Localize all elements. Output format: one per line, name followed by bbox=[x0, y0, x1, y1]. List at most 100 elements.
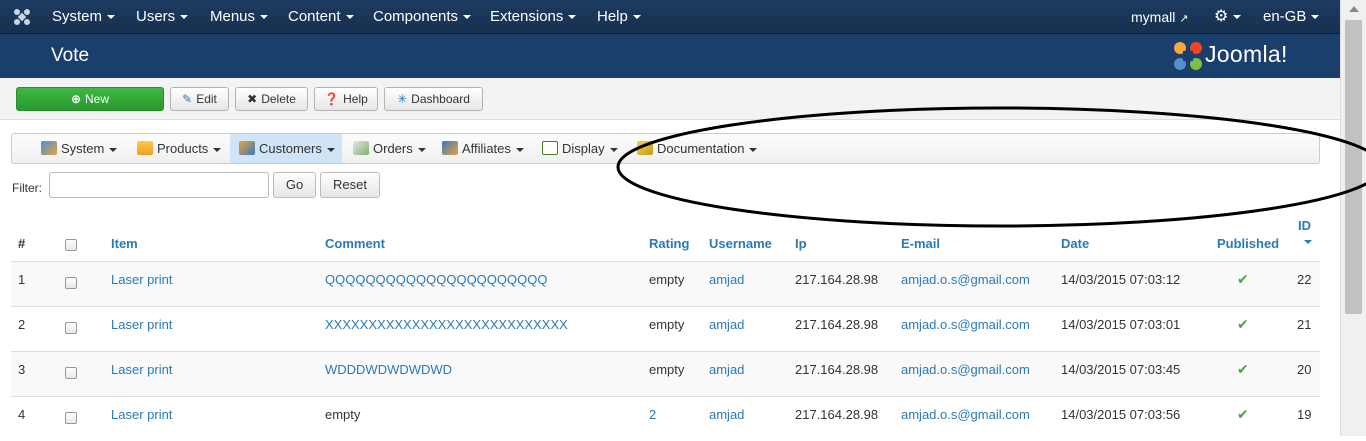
submenu-products[interactable]: Products bbox=[137, 134, 227, 163]
column-header-rating[interactable]: Rating bbox=[649, 236, 689, 251]
external-link-icon: ↗ bbox=[1179, 13, 1189, 25]
row-checkbox[interactable] bbox=[65, 412, 77, 424]
vertical-scrollbar[interactable] bbox=[1340, 0, 1366, 436]
component-submenu: System Products Customers Orders Affilia… bbox=[11, 133, 1320, 164]
top-nav-bar: System Users Menus Content Components Ex… bbox=[0, 0, 1340, 34]
item-link[interactable]: Laser print bbox=[111, 317, 172, 332]
menu-content[interactable]: Content bbox=[288, 0, 354, 34]
menu-components[interactable]: Components bbox=[373, 0, 472, 34]
go-button[interactable]: Go bbox=[273, 172, 316, 198]
comment-link[interactable]: QQQQQQQQQQQQQQQQQQQQQQ bbox=[325, 272, 547, 287]
check-icon[interactable]: ✔ bbox=[1237, 361, 1249, 378]
caret-down-icon bbox=[632, 15, 641, 20]
caret-down-icon bbox=[568, 15, 577, 20]
column-header-published[interactable]: Published bbox=[1217, 236, 1279, 251]
joomla-brand-icon bbox=[1174, 42, 1202, 70]
email-link[interactable]: amjad.o.s@gmail.com bbox=[901, 407, 1030, 422]
menu-menus[interactable]: Menus bbox=[210, 0, 269, 34]
edit-button-label: Edit bbox=[196, 92, 217, 106]
help-button[interactable]: ❓ Help bbox=[314, 87, 378, 111]
menu-users[interactable]: Users bbox=[136, 0, 189, 34]
column-header-email[interactable]: E-mail bbox=[901, 236, 940, 251]
rating-link[interactable]: 2 bbox=[649, 407, 656, 422]
submenu-affiliates[interactable]: Affiliates bbox=[442, 134, 534, 163]
table-row: 3 Laser print WDDDWDWDWDWD empty amjad 2… bbox=[11, 351, 1320, 396]
submenu-documentation[interactable]: Documentation bbox=[637, 134, 767, 163]
settings-menu[interactable]: ⚙ bbox=[1214, 0, 1242, 34]
scroll-up-arrow-icon[interactable] bbox=[1349, 6, 1359, 12]
edit-button[interactable]: ✎ Edit bbox=[170, 87, 229, 111]
column-header-comment[interactable]: Comment bbox=[325, 236, 385, 251]
new-button[interactable]: ⊕ New bbox=[16, 87, 164, 111]
filter-input[interactable] bbox=[49, 172, 269, 198]
scrollbar-thumb[interactable] bbox=[1345, 20, 1362, 314]
menu-label: Users bbox=[136, 8, 176, 25]
orders-icon bbox=[353, 141, 369, 155]
column-header-number: # bbox=[18, 236, 26, 251]
dashboard-icon: ✳ bbox=[397, 92, 408, 106]
row-number: 2 bbox=[18, 317, 26, 332]
submenu-system[interactable]: System bbox=[41, 134, 123, 163]
plus-circle-icon: ⊕ bbox=[70, 92, 82, 106]
menu-label: Components bbox=[373, 8, 459, 25]
select-all-checkbox[interactable] bbox=[65, 239, 77, 251]
menu-label: Menus bbox=[210, 8, 256, 25]
row-checkbox[interactable] bbox=[65, 367, 77, 379]
row-checkbox[interactable] bbox=[65, 277, 77, 289]
caret-down-icon bbox=[260, 15, 269, 20]
menu-system[interactable]: System bbox=[52, 0, 116, 34]
submenu-label: Customers bbox=[259, 141, 322, 156]
item-link[interactable]: Laser print bbox=[111, 272, 172, 287]
date-value: 14/03/2015 07:03:45 bbox=[1061, 362, 1181, 377]
menu-label: Extensions bbox=[490, 8, 564, 25]
dashboard-button[interactable]: ✳ Dashboard bbox=[384, 87, 483, 111]
joomla-brand-text: Joomla! bbox=[1205, 41, 1288, 67]
comment-link[interactable]: WDDDWDWDWDWD bbox=[325, 362, 452, 377]
menu-help[interactable]: Help bbox=[597, 0, 641, 34]
submenu-customers[interactable]: Customers bbox=[230, 134, 342, 163]
menu-extensions[interactable]: Extensions bbox=[490, 0, 577, 34]
date-value: 14/03/2015 07:03:12 bbox=[1061, 272, 1181, 287]
username-link[interactable]: amjad bbox=[709, 272, 744, 287]
site-link[interactable]: mymall ↗ bbox=[1131, 0, 1188, 34]
email-link[interactable]: amjad.o.s@gmail.com bbox=[901, 272, 1030, 287]
caret-down-icon bbox=[463, 15, 472, 20]
email-link[interactable]: amjad.o.s@gmail.com bbox=[901, 362, 1030, 377]
username-link[interactable]: amjad bbox=[709, 362, 744, 377]
caret-down-icon bbox=[1233, 15, 1242, 20]
column-header-username[interactable]: Username bbox=[709, 236, 772, 251]
language-label: en-GB bbox=[1263, 8, 1307, 25]
delete-button[interactable]: ✖ Delete bbox=[235, 87, 308, 111]
column-header-date[interactable]: Date bbox=[1061, 236, 1089, 251]
item-link[interactable]: Laser print bbox=[111, 362, 172, 377]
row-checkbox[interactable] bbox=[65, 322, 77, 334]
submenu-orders[interactable]: Orders bbox=[353, 134, 433, 163]
customers-icon bbox=[239, 141, 255, 155]
dashboard-button-label: Dashboard bbox=[411, 92, 470, 106]
check-icon[interactable]: ✔ bbox=[1237, 316, 1249, 333]
username-link[interactable]: amjad bbox=[709, 317, 744, 332]
id-value: 20 bbox=[1297, 362, 1312, 377]
email-link[interactable]: amjad.o.s@gmail.com bbox=[901, 317, 1030, 332]
submenu-label: Documentation bbox=[657, 141, 745, 156]
affiliates-icon bbox=[442, 141, 458, 155]
comment-link[interactable]: XXXXXXXXXXXXXXXXXXXXXXXXXXXX bbox=[325, 317, 568, 332]
column-header-item[interactable]: Item bbox=[111, 236, 138, 251]
language-menu[interactable]: en-GB bbox=[1263, 0, 1320, 34]
caret-down-icon bbox=[345, 15, 354, 20]
edit-icon: ✎ bbox=[182, 92, 193, 106]
caret-down-icon bbox=[107, 15, 116, 20]
column-header-ip[interactable]: Ip bbox=[795, 236, 807, 251]
item-link[interactable]: Laser print bbox=[111, 407, 172, 422]
toolbar: ⊕ New ✎ Edit ✖ Delete ❓ Help ✳ Dashboard bbox=[0, 78, 1340, 120]
joomla-logo-icon[interactable] bbox=[12, 7, 32, 27]
check-icon[interactable]: ✔ bbox=[1237, 271, 1249, 288]
reset-button[interactable]: Reset bbox=[320, 172, 380, 198]
page-title: Vote bbox=[51, 45, 90, 66]
comment-value: empty bbox=[325, 407, 361, 422]
username-link[interactable]: amjad bbox=[709, 407, 744, 422]
submenu-display[interactable]: Display bbox=[542, 134, 627, 163]
check-icon[interactable]: ✔ bbox=[1237, 406, 1249, 423]
column-header-id[interactable]: ID bbox=[1298, 218, 1311, 233]
submenu-label: Affiliates bbox=[462, 141, 511, 156]
